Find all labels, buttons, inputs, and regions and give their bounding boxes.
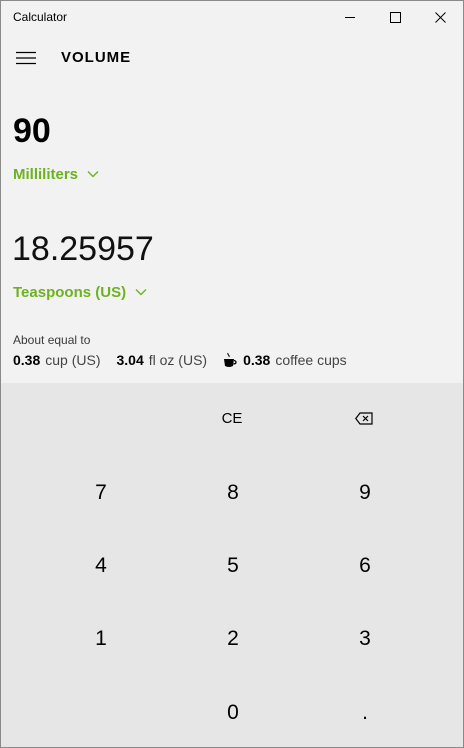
hamburger-icon — [16, 51, 36, 65]
equivalent-unit: fl oz (US) — [148, 352, 208, 368]
maximize-icon — [389, 11, 401, 23]
digit-3-button[interactable]: 3 — [300, 604, 430, 674]
chevron-down-icon — [87, 170, 99, 178]
digit-2-button[interactable]: 2 — [168, 604, 298, 674]
equivalent-value: 3.04 — [116, 352, 144, 368]
digit-6-button[interactable]: 6 — [300, 531, 430, 601]
from-unit-label: Milliliters — [13, 165, 79, 183]
minimize-icon — [345, 17, 355, 18]
to-unit-label: Teaspoons (US) — [13, 283, 127, 301]
equivalent-unit: cup (US) — [45, 352, 101, 368]
digit-1-button[interactable]: 1 — [36, 604, 166, 674]
window-title: Calculator — [13, 10, 68, 24]
equivalent-unit: coffee cups — [275, 352, 347, 368]
from-unit-dropdown[interactable]: Milliliters — [13, 163, 99, 185]
equivalents-list: 0.38 cup (US) 3.04 fl oz (US) 0.38 coffe… — [13, 350, 363, 370]
equivalent-value: 0.38 — [243, 352, 271, 368]
clear-entry-button[interactable]: CE — [167, 383, 297, 453]
chevron-down-icon — [135, 288, 147, 296]
calculator-window: Calculator VOLUME 90 Milliliters 18.2595… — [0, 0, 464, 748]
digit-4-button[interactable]: 4 — [36, 531, 166, 601]
decimal-point-button[interactable]: . — [300, 678, 430, 747]
digit-5-button[interactable]: 5 — [168, 531, 298, 601]
digit-8-button[interactable]: 8 — [168, 458, 298, 528]
mode-title: VOLUME — [61, 49, 132, 66]
keypad: CE 7 8 9 4 5 6 1 2 3 0 . — [1, 383, 463, 747]
equivalent-value: 0.38 — [13, 352, 41, 368]
digit-7-button[interactable]: 7 — [36, 458, 166, 528]
digit-0-button[interactable]: 0 — [168, 678, 298, 747]
equivalent-item: 0.38 cup (US) — [13, 352, 100, 368]
about-equal-label: About equal to — [13, 333, 91, 347]
input-value[interactable]: 90 — [13, 111, 51, 151]
to-unit-dropdown[interactable]: Teaspoons (US) — [13, 281, 147, 303]
equivalent-item: 3.04 fl oz (US) — [116, 352, 207, 368]
minimize-button[interactable] — [327, 1, 373, 33]
maximize-button[interactable] — [372, 1, 418, 33]
digit-9-button[interactable]: 9 — [300, 458, 430, 528]
output-value[interactable]: 18.25957 — [12, 229, 154, 269]
coffee-cup-icon — [223, 352, 237, 368]
close-icon — [434, 11, 446, 23]
equivalent-item: 0.38 coffee cups — [223, 352, 347, 368]
backspace-icon — [355, 411, 373, 425]
navigation-menu-button[interactable] — [6, 41, 46, 75]
close-button[interactable] — [417, 1, 463, 33]
title-bar: Calculator — [1, 1, 463, 33]
backspace-button[interactable] — [299, 383, 429, 453]
